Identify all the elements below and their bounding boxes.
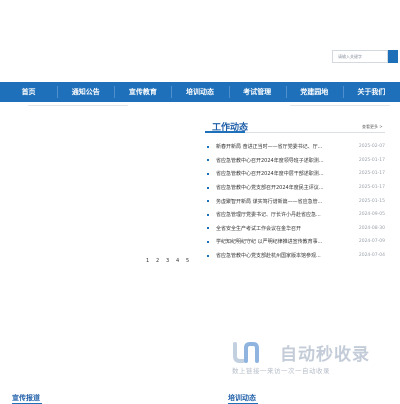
nav-item-notices[interactable]: 通知公告	[57, 82, 114, 102]
bullet-icon	[207, 159, 209, 162]
bullet-icon	[207, 145, 209, 148]
news-title[interactable]: 省应急管教中心召开2024年度领导班子述职测...	[216, 157, 353, 164]
nav-item-about[interactable]: 关于我们	[342, 82, 400, 102]
news-title[interactable]: 务虚聚智开新局 谋实笃行谱新篇——省应急管...	[216, 198, 353, 205]
divider-right	[290, 105, 390, 106]
news-title[interactable]: 新春开新局 奋进正当时——省厅党委书记、厅...	[216, 143, 353, 150]
bullet-icon	[207, 227, 209, 230]
nav-item-exams[interactable]: 考试管理	[228, 82, 286, 102]
pager-dot[interactable]: 5	[186, 258, 196, 264]
pager-dot[interactable]: 3	[166, 258, 176, 264]
section-title-training: 培训动态	[228, 394, 256, 402]
pager-dot[interactable]: 2	[156, 258, 166, 264]
news-item[interactable]: 新春开新局 奋进正当时——省厅党委书记、厅... 2025-02-07	[205, 140, 385, 154]
news-date: 2025-01-15	[358, 198, 385, 204]
section-title-publicity: 宣传报道	[12, 394, 40, 402]
news-list: 新春开新局 奋进正当时——省厅党委书记、厅... 2025-02-07 省应急管教…	[205, 140, 385, 262]
news-title[interactable]: 省应急管理厅党委书记、厅长许小丹赴省应急...	[216, 211, 353, 218]
nav-item-party[interactable]: 党建园地	[285, 82, 343, 102]
news-title[interactable]: 全省安全生产考试工作会议在金华召开	[216, 225, 353, 232]
nav-item-training[interactable]: 培训动态	[171, 82, 228, 102]
news-date: 2025-02-07	[358, 144, 385, 150]
news-date: 2025-01-17	[358, 157, 385, 163]
pager-dot[interactable]: 4	[176, 258, 186, 264]
pager-dot[interactable]: 1	[146, 258, 156, 264]
news-date: 2024-09-05	[358, 212, 385, 218]
bullet-icon	[207, 213, 209, 216]
more-link[interactable]: 查看更多 >	[362, 124, 383, 130]
section-rule-accent	[205, 131, 245, 133]
news-item[interactable]: 省应急管教中心召开2024年度领导班子述职测... 2025-01-17	[205, 154, 385, 168]
news-date: 2024-07-09	[358, 239, 385, 245]
bullet-icon	[207, 240, 209, 243]
news-date: 2024-07-04	[358, 253, 385, 259]
news-item[interactable]: 省应急管教中心召开2024年度中层干部述职测... 2025-01-17	[205, 167, 385, 181]
news-date: 2025-01-17	[358, 171, 385, 177]
news-title[interactable]: 省应急管教中心党支部召开2024年度民主评议...	[216, 184, 353, 191]
news-item[interactable]: 省应急管教中心党支部赴杭州国家版本馆参观... 2024-07-04	[205, 249, 385, 263]
news-item[interactable]: 务虚聚智开新局 谋实笃行谱新篇——省应急管... 2025-01-15	[205, 194, 385, 208]
bullet-icon	[207, 172, 209, 175]
carousel-pager: 1 2 3 4 5	[146, 258, 196, 264]
watermark-logo-icon	[233, 342, 259, 363]
nav-item-home[interactable]: 首页	[0, 82, 57, 102]
bullet-icon	[207, 200, 209, 203]
news-item[interactable]: 全省安全生产考试工作会议在金华召开 2024-08-30	[205, 222, 385, 236]
news-item[interactable]: 学纪知纪明纪守纪 以严明纪律推进宣传教育事... 2024-07-09	[205, 235, 385, 249]
divider-left	[28, 105, 128, 106]
watermark-subtitle: 数上链接一来访一次一自动收录	[232, 367, 330, 375]
news-title[interactable]: 学纪知纪明纪守纪 以严明纪律推进宣传教育事...	[216, 238, 353, 245]
nav-item-publicity[interactable]: 宣传教育	[114, 82, 171, 102]
news-title[interactable]: 省应急管教中心党支部赴杭州国家版本馆参观...	[216, 252, 353, 259]
news-title[interactable]: 省应急管教中心召开2024年度中层干部述职测...	[216, 170, 353, 177]
news-item[interactable]: 省应急管教中心党支部召开2024年度民主评议... 2025-01-17	[205, 181, 385, 195]
search-input[interactable]: 请输入关键字	[332, 50, 388, 63]
news-item[interactable]: 省应急管理厅党委书记、厅长许小丹赴省应急... 2024-09-05	[205, 208, 385, 222]
bullet-icon	[207, 254, 209, 257]
bullet-icon	[207, 186, 209, 189]
watermark-title: 自动秒收录	[280, 345, 370, 365]
news-date: 2024-08-30	[358, 225, 385, 231]
search-button[interactable]	[388, 50, 398, 63]
news-date: 2025-01-17	[358, 185, 385, 191]
main-nav: 首页 通知公告 宣传教育 培训动态 考试管理 党建园地 关于我们	[0, 82, 400, 102]
